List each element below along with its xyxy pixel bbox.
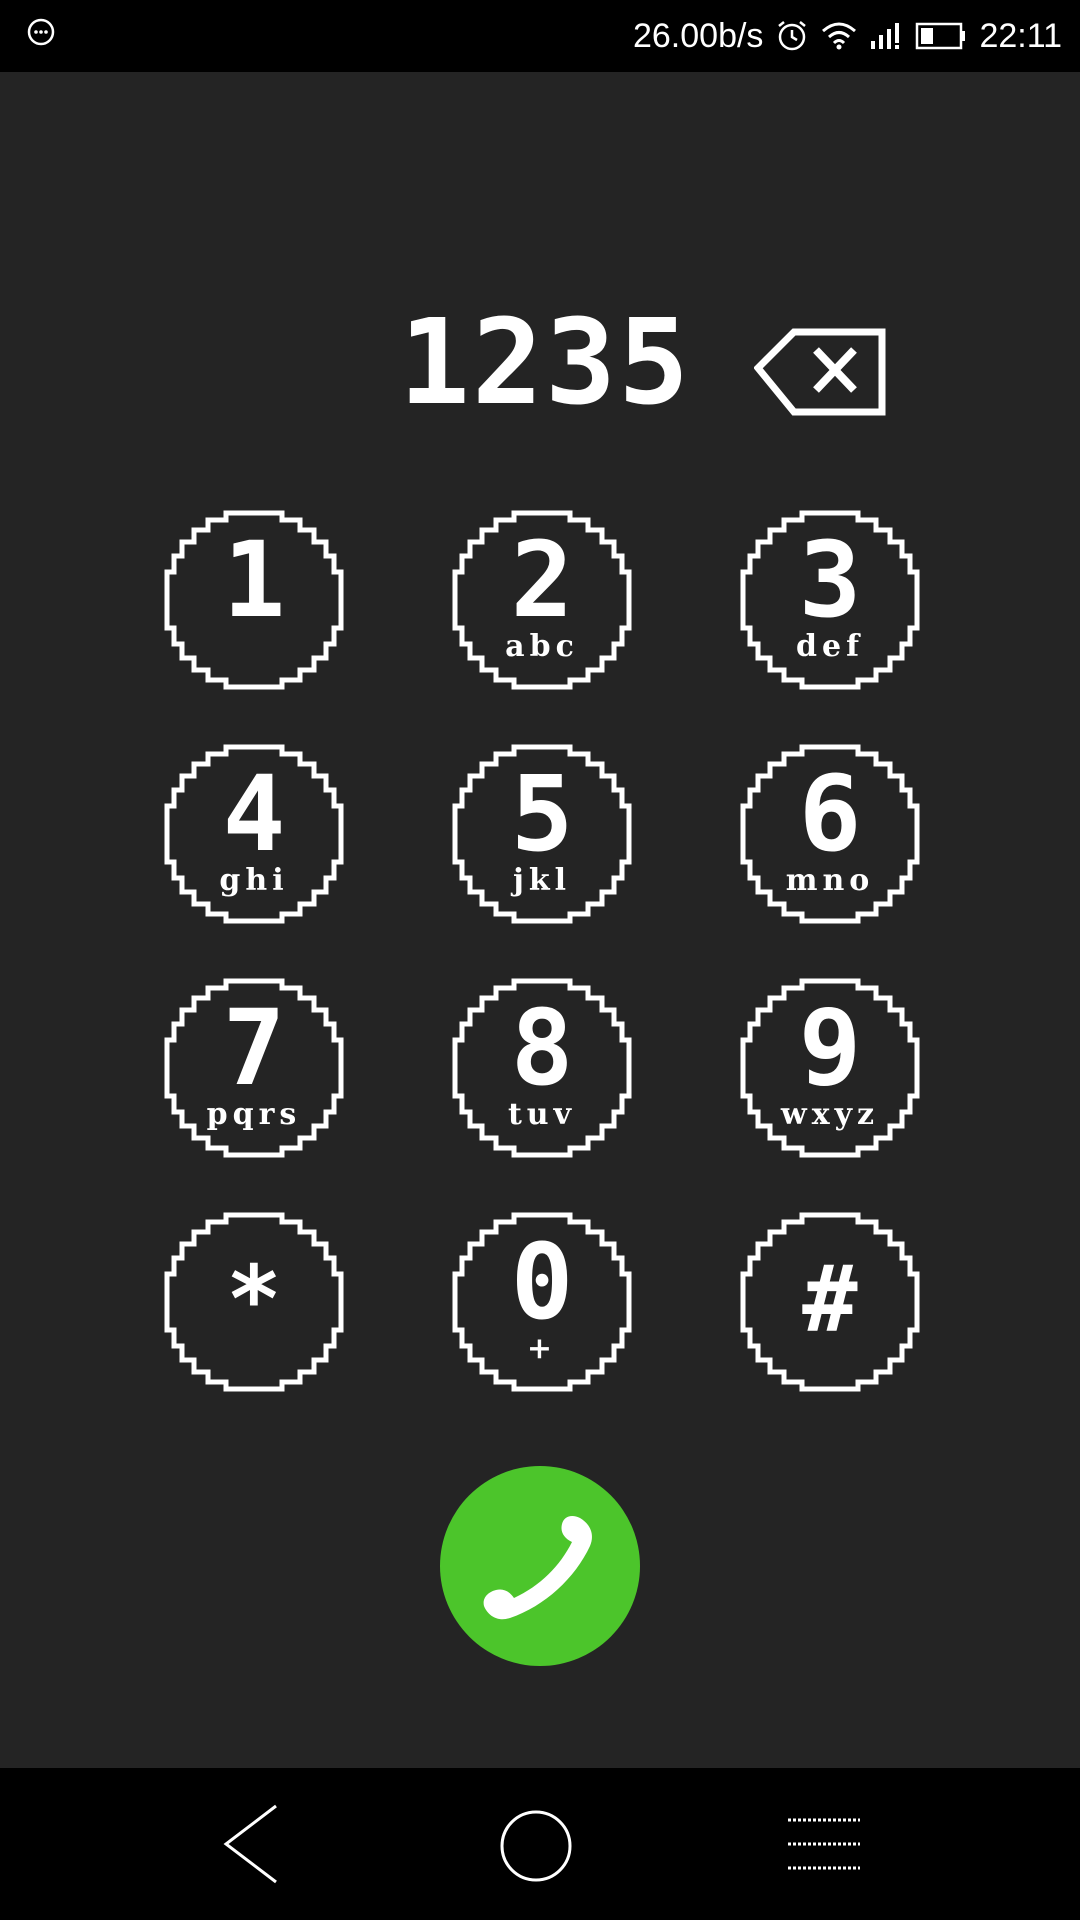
key-letters: pqrs: [206, 1097, 302, 1132]
backspace-button[interactable]: [753, 324, 888, 420]
key-letters: def: [796, 629, 864, 664]
navigation-bar: [0, 1768, 1080, 1920]
backspace-icon: [753, 328, 886, 416]
key-digit: 5: [510, 753, 574, 875]
wifi-icon: [822, 22, 857, 50]
key-digit: *: [226, 1246, 282, 1353]
clock: 22:11: [979, 16, 1062, 55]
battery-icon: [916, 22, 966, 50]
menu-icon: [788, 1818, 860, 1870]
key-letters: +: [526, 1331, 558, 1366]
key-digit: 7: [222, 987, 286, 1109]
key-digit: 0: [510, 1221, 574, 1343]
signal-icon: [871, 23, 900, 49]
key-letters: tuv: [507, 1097, 577, 1132]
key-2[interactable]: 2 abc: [452, 510, 632, 690]
key-digit: #: [802, 1246, 858, 1353]
message-icon: [27, 18, 55, 46]
key-letters: mno: [785, 863, 875, 898]
network-speed: 26.00b/s: [632, 16, 764, 55]
key-9[interactable]: 9 wxyz: [740, 978, 920, 1158]
key-digit: 1: [222, 519, 286, 641]
back-icon: [223, 1804, 277, 1884]
menu-button[interactable]: [774, 1794, 874, 1894]
dialed-number: 1235: [398, 293, 692, 431]
key-7[interactable]: 7 pqrs: [164, 978, 344, 1158]
home-button[interactable]: [486, 1794, 586, 1894]
key-1[interactable]: 1: [164, 510, 344, 690]
key-digit: 9: [798, 987, 862, 1109]
key-digit: 8: [510, 987, 574, 1109]
key-4[interactable]: 4 ghi: [164, 744, 344, 924]
key-8[interactable]: 8 tuv: [452, 978, 632, 1158]
key-letters: jkl: [512, 863, 572, 898]
alarm-icon: [778, 21, 807, 51]
key-letters: abc: [505, 629, 579, 664]
key-star[interactable]: *: [164, 1212, 344, 1392]
key-letters: ghi: [219, 863, 289, 898]
key-pound[interactable]: #: [740, 1212, 920, 1392]
key-digit: 6: [798, 753, 862, 875]
phone-icon: [483, 1516, 592, 1620]
home-icon: [500, 1810, 572, 1882]
key-letters: wxyz: [780, 1097, 880, 1132]
key-3[interactable]: 3 def: [740, 510, 920, 690]
status-bar: 26.00b/s 22:11: [0, 0, 1080, 72]
back-button[interactable]: [198, 1794, 298, 1894]
key-digit: 2: [510, 519, 574, 641]
key-5[interactable]: 5 jkl: [452, 744, 632, 924]
key-digit: 3: [798, 519, 862, 641]
key-6[interactable]: 6 mno: [740, 744, 920, 924]
status-right-group: 26.00b/s 22:11: [633, 0, 1062, 72]
dialer-screen: 1235 1 2 abc 3 def 4 ghi 5 jkl 6 mno 7 pqrs 8 tuv 9 wxyz…: [0, 72, 1080, 1768]
call-button[interactable]: [440, 1466, 640, 1666]
key-digit: 4: [222, 753, 286, 875]
key-0[interactable]: 0 +: [452, 1212, 632, 1392]
